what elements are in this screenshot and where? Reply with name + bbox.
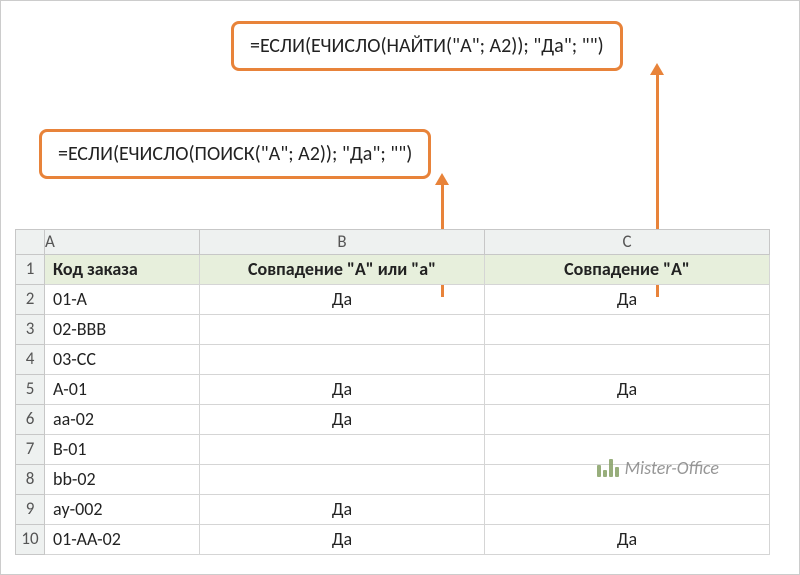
- column-headers-row: A B C: [15, 229, 785, 255]
- cell[interactable]: [200, 315, 485, 345]
- col-header-a[interactable]: A: [45, 229, 200, 255]
- arrowhead-c: [650, 63, 664, 75]
- cell[interactable]: Да: [200, 405, 485, 435]
- cell[interactable]: 03-CC: [45, 345, 200, 375]
- cell[interactable]: Да: [200, 285, 485, 315]
- formula-callout-search: =ЕСЛИ(ЕЧИСЛО(ПОИСК("А"; A2)); "Да"; ""): [39, 129, 431, 179]
- cell[interactable]: [485, 495, 770, 525]
- table-row: 1 Код заказа Совпадение "А" или "а" Совп…: [15, 255, 785, 285]
- formula-callout-find: =ЕСЛИ(ЕЧИСЛО(НАЙТИ("А"; A2)); "Да"; ""): [231, 21, 623, 71]
- table-row: 2 01-А Да Да: [15, 285, 785, 315]
- row-header[interactable]: 10: [15, 525, 45, 555]
- formula-text: =ЕСЛИ(ЕЧИСЛО(ПОИСК("А"; A2)); "Да"; ""): [58, 142, 412, 166]
- select-all-corner[interactable]: [15, 229, 45, 255]
- cell[interactable]: ау-002: [45, 495, 200, 525]
- cell[interactable]: аа-02: [45, 405, 200, 435]
- row-header[interactable]: 4: [15, 345, 45, 375]
- logo-text: Mister-Office: [625, 457, 719, 479]
- col-header-c[interactable]: C: [485, 229, 770, 255]
- cell[interactable]: [200, 465, 485, 495]
- table-row: 3 02-BBB: [15, 315, 785, 345]
- row-header[interactable]: 1: [15, 255, 45, 285]
- cell[interactable]: [485, 315, 770, 345]
- header-cell-match-exact[interactable]: Совпадение "А": [485, 255, 770, 285]
- row-header[interactable]: 3: [15, 315, 45, 345]
- cell[interactable]: Да: [200, 375, 485, 405]
- cell[interactable]: [485, 345, 770, 375]
- table-row: 9 ау-002 Да: [15, 495, 785, 525]
- cell[interactable]: Да: [485, 285, 770, 315]
- cell[interactable]: Да: [200, 495, 485, 525]
- row-header[interactable]: 7: [15, 435, 45, 465]
- cell[interactable]: Да: [485, 525, 770, 555]
- row-header[interactable]: 8: [15, 465, 45, 495]
- cell[interactable]: 01-А: [45, 285, 200, 315]
- formula-text: =ЕСЛИ(ЕЧИСЛО(НАЙТИ("А"; A2)); "Да"; ""): [250, 34, 604, 58]
- table-row: 6 аа-02 Да: [15, 405, 785, 435]
- cell[interactable]: bb-02: [45, 465, 200, 495]
- cell[interactable]: [200, 345, 485, 375]
- spreadsheet: A B C 1 Код заказа Совпадение "А" или "а…: [15, 229, 785, 555]
- header-cell-code[interactable]: Код заказа: [45, 255, 200, 285]
- cell[interactable]: B-01: [45, 435, 200, 465]
- row-header[interactable]: 5: [15, 375, 45, 405]
- table-row: 4 03-CC: [15, 345, 785, 375]
- row-header[interactable]: 2: [15, 285, 45, 315]
- cell[interactable]: 02-BBB: [45, 315, 200, 345]
- row-header[interactable]: 9: [15, 495, 45, 525]
- cell[interactable]: Да: [200, 525, 485, 555]
- watermark-logo: Mister-Office: [597, 457, 719, 479]
- table-row: 5 А-01 Да Да: [15, 375, 785, 405]
- header-cell-match-any[interactable]: Совпадение "А" или "а": [200, 255, 485, 285]
- logo-bars-icon: [597, 459, 619, 477]
- table-row: 10 01-АА-02 Да Да: [15, 525, 785, 555]
- cell[interactable]: А-01: [45, 375, 200, 405]
- row-header[interactable]: 6: [15, 405, 45, 435]
- cell[interactable]: [200, 435, 485, 465]
- cell[interactable]: Да: [485, 375, 770, 405]
- arrowhead-b: [435, 173, 449, 185]
- col-header-b[interactable]: B: [200, 229, 485, 255]
- cell[interactable]: 01-АА-02: [45, 525, 200, 555]
- cell[interactable]: [485, 405, 770, 435]
